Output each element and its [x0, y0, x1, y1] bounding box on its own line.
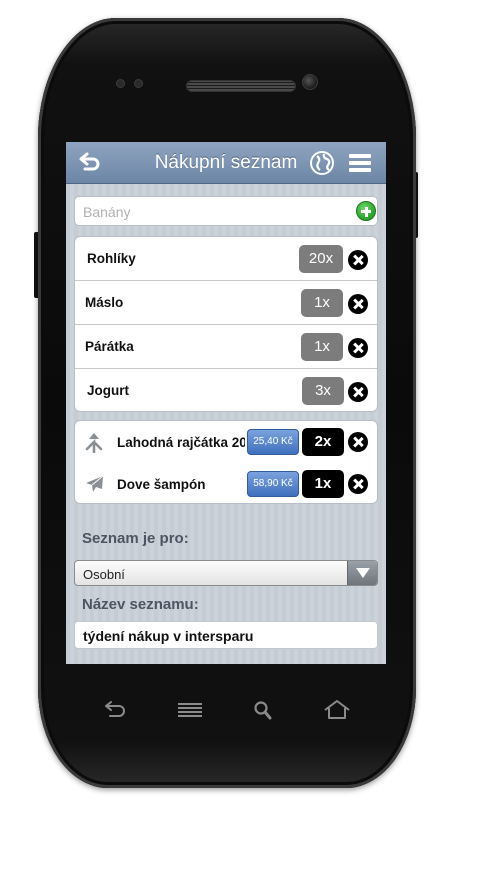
item-name: Párátka	[85, 339, 134, 354]
menu-list-icon[interactable]	[349, 153, 371, 173]
delete-icon[interactable]	[348, 474, 368, 494]
quantity-badge[interactable]: 1x	[301, 289, 343, 317]
earpiece-speaker	[186, 80, 296, 92]
list-name-label: Název seznamu:	[82, 596, 199, 613]
item-name: Dove šampón	[117, 477, 206, 492]
list-name-field[interactable]: týdení nákup v intersparu	[74, 621, 378, 649]
quantity-badge[interactable]: 1x	[302, 470, 344, 498]
add-item-field	[74, 196, 378, 226]
add-item-button[interactable]	[356, 201, 376, 221]
list-item[interactable]: Párátka 1x	[75, 325, 377, 369]
add-item-input[interactable]	[83, 203, 343, 221]
globe-icon[interactable]	[309, 150, 335, 176]
quantity-badge[interactable]: 20x	[299, 245, 343, 273]
list-item[interactable]: Rohlíky 20x	[75, 237, 377, 281]
merge-arrows-icon	[85, 433, 103, 453]
price-badge: 25,40 Kč	[247, 429, 299, 455]
chevron-down-icon[interactable]	[347, 561, 377, 585]
quantity-badge[interactable]: 2x	[302, 428, 344, 456]
item-name: Jogurt	[87, 383, 129, 398]
list-for-select[interactable]: Osobní	[74, 560, 378, 586]
shopping-list: Rohlíky 20x Máslo 1x Párátka 1x Jogurt 3…	[74, 236, 378, 412]
app-screen: Nákupní seznam Rohlíky 20x Máslo 1x Párá…	[66, 142, 386, 664]
list-name-value: týdení nákup v intersparu	[83, 628, 254, 644]
back-key-icon[interactable]	[99, 698, 129, 722]
list-item[interactable]: Dove šampón 58,90 Kč 1x	[75, 463, 377, 503]
back-arrow-icon[interactable]	[76, 151, 102, 175]
sensor-dot	[134, 79, 143, 88]
home-key-icon[interactable]	[322, 698, 352, 722]
airplane-icon	[86, 475, 104, 492]
item-name: Rohlíky	[87, 251, 136, 266]
special-items-list: Lahodná rajčátka 200 25,40 Kč 2x Dove ša…	[74, 420, 378, 504]
page-title: Nákupní seznam	[154, 152, 298, 173]
list-for-label: Seznam je pro:	[82, 530, 189, 547]
list-item[interactable]: Máslo 1x	[75, 281, 377, 325]
menu-key-icon[interactable]	[175, 698, 205, 722]
delete-icon[interactable]	[348, 294, 368, 314]
search-key-icon[interactable]	[248, 698, 278, 722]
app-header: Nákupní seznam	[66, 142, 386, 184]
quantity-badge[interactable]: 3x	[302, 377, 344, 405]
price-badge: 58,90 Kč	[247, 471, 299, 497]
delete-icon[interactable]	[348, 338, 368, 358]
delete-icon[interactable]	[348, 382, 368, 402]
select-value: Osobní	[83, 567, 125, 582]
item-name: Máslo	[85, 295, 124, 310]
item-name: Lahodná rajčátka 200	[117, 435, 245, 450]
sensor-dot	[116, 79, 125, 88]
list-item[interactable]: Lahodná rajčátka 200 25,40 Kč 2x	[75, 421, 377, 463]
delete-icon[interactable]	[348, 250, 368, 270]
list-item[interactable]: Jogurt 3x	[75, 369, 377, 411]
delete-icon[interactable]	[348, 432, 368, 452]
front-camera	[302, 74, 318, 90]
quantity-badge[interactable]: 1x	[301, 333, 343, 361]
